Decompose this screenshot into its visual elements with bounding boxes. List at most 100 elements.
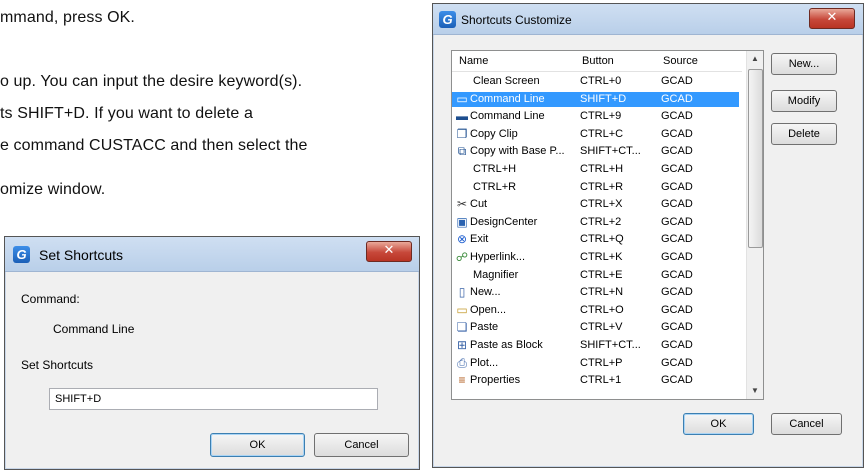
gcad-logo-icon: G	[439, 11, 456, 28]
set-shortcuts-label: Set Shortcuts	[21, 358, 94, 372]
item-name: Copy Clip	[470, 127, 518, 140]
column-header-button[interactable]: Button	[582, 55, 614, 67]
new-button[interactable]: New...	[771, 53, 837, 75]
ok-button[interactable]: OK	[683, 413, 754, 435]
scroll-down-arrow-icon[interactable]: ▼	[747, 383, 763, 399]
item-name: Paste	[470, 321, 499, 334]
list-item[interactable]: CTRL+R CTRL+R GCAD	[452, 180, 739, 195]
item-name: CTRL+R	[473, 180, 517, 193]
copy-clip-icon: ❐	[456, 126, 468, 141]
paste-block-icon: ⊞	[456, 338, 468, 352]
doc-line-4: e command CUSTACC and then select the	[0, 137, 308, 154]
list-item[interactable]: CTRL+H CTRL+H GCAD	[452, 162, 739, 177]
list-item[interactable]: Clean Screen CTRL+0 GCAD	[452, 74, 739, 89]
design-center-icon: ▣	[456, 214, 468, 229]
item-name: Paste as Block	[470, 339, 543, 351]
vertical-scrollbar[interactable]: ▲ ▼	[746, 51, 763, 399]
set-shortcuts-dialog: G Set Shortcuts ✕ Command: Command Line …	[4, 236, 420, 470]
copy-base-icon: ⧉	[457, 144, 467, 159]
properties-icon: ≡	[458, 373, 466, 388]
shortcuts-customize-window: G Shortcuts Customize ✕ Name Button Sour…	[432, 3, 864, 468]
item-button: CTRL+K	[580, 251, 623, 263]
item-button: CTRL+2	[580, 215, 622, 228]
item-source: GCAD	[661, 374, 693, 387]
window-title: Shortcuts Customize	[461, 13, 572, 27]
paste-icon: ❏	[456, 320, 468, 335]
list-item[interactable]: ▭ Open... CTRL+O GCAD	[452, 303, 739, 318]
list-item[interactable]: Magnifier CTRL+E GCAD	[452, 268, 739, 283]
list-item[interactable]: ❐ Copy Clip CTRL+C GCAD	[452, 127, 739, 142]
scroll-up-arrow-icon[interactable]: ▲	[747, 51, 763, 67]
item-button: CTRL+X	[580, 198, 623, 211]
dialog-cancel-button[interactable]: Cancel	[314, 433, 409, 457]
item-source: GCAD	[661, 92, 693, 105]
item-name: DesignCenter	[470, 215, 538, 228]
list-item[interactable]: ⧉ Copy with Base P... SHIFT+CT... GCAD	[452, 144, 739, 159]
item-name: Hyperlink...	[470, 251, 526, 263]
list-item[interactable]: ▣ DesignCenter CTRL+2 GCAD	[452, 215, 739, 230]
dialog-title: Set Shortcuts	[39, 247, 124, 263]
list-item[interactable]: ▬ Command Line CTRL+9 GCAD	[452, 109, 739, 124]
item-source: GCAD	[661, 268, 693, 281]
list-item[interactable]: ⊞ Paste as Block SHIFT+CT... GCAD	[452, 338, 739, 353]
item-name: Copy with Base P...	[470, 145, 565, 158]
doc-line-3: ts SHIFT+D. If you want to delete a	[0, 105, 253, 122]
item-source: GCAD	[661, 215, 693, 228]
cmd-icon: ▬	[456, 109, 468, 124]
item-name: Plot...	[470, 356, 499, 369]
item-button: CTRL+O	[580, 303, 624, 316]
item-button: CTRL+C	[580, 127, 624, 140]
scissors-icon: ✂	[456, 197, 468, 212]
dialog-title-bar[interactable]: G Set Shortcuts ✕	[5, 237, 419, 272]
item-source: GCAD	[661, 75, 693, 87]
item-source: GCAD	[661, 286, 693, 299]
item-source: GCAD	[661, 321, 693, 334]
item-name: New...	[470, 286, 501, 299]
item-name: Magnifier	[473, 268, 519, 281]
gcad-logo-icon: G	[13, 246, 30, 263]
list-item[interactable]: ≡ Properties CTRL+1 GCAD	[452, 373, 739, 388]
list-item[interactable]: ▯ New... CTRL+N GCAD	[452, 285, 739, 300]
list-item[interactable]: ⊗ Exit CTRL+Q GCAD	[452, 232, 739, 247]
close-button[interactable]: ✕	[809, 8, 855, 29]
item-button: CTRL+V	[580, 321, 623, 334]
open-folder-icon: ▭	[456, 302, 468, 317]
item-button: CTRL+9	[580, 110, 622, 123]
item-name: Command Line	[470, 110, 545, 123]
cancel-button[interactable]: Cancel	[771, 413, 842, 435]
shortcut-list[interactable]: Name Button Source Clean Screen CTRL+0 GCA…	[451, 50, 764, 400]
item-button: CTRL+N	[580, 286, 624, 299]
item-source: GCAD	[661, 110, 693, 123]
item-name: Command Line	[470, 92, 545, 105]
new-file-icon: ▯	[458, 285, 466, 300]
item-name: CTRL+H	[473, 163, 517, 175]
list-item[interactable]: ☍ Hyperlink... CTRL+K GCAD	[452, 250, 739, 265]
scroll-thumb[interactable]	[748, 69, 763, 248]
list-item[interactable]: ⎙ Plot... CTRL+P GCAD	[452, 356, 739, 371]
item-button: SHIFT+D	[580, 92, 627, 105]
command-label: Command:	[21, 292, 80, 306]
item-name: Open...	[470, 303, 507, 316]
item-name: Cut	[470, 198, 488, 211]
column-header-name[interactable]: Name	[459, 55, 488, 67]
list-item[interactable]: ❏ Paste CTRL+V GCAD	[452, 320, 739, 335]
item-source: GCAD	[661, 145, 693, 158]
shortcut-input[interactable]: SHIFT+D	[49, 388, 378, 410]
item-button: SHIFT+CT...	[580, 145, 641, 158]
item-source: GCAD	[661, 233, 693, 246]
item-button: SHIFT+CT...	[580, 339, 641, 351]
item-source: GCAD	[661, 303, 693, 316]
command-line-icon: ▭	[456, 91, 468, 106]
list-item[interactable]: ▭ Command Line SHIFT+D GCAD	[452, 91, 739, 107]
doc-line-1: mmand, press OK.	[0, 9, 135, 26]
delete-button[interactable]: Delete	[771, 123, 837, 145]
dialog-close-button[interactable]: ✕	[366, 241, 412, 262]
title-bar[interactable]: G Shortcuts Customize ✕	[433, 4, 863, 35]
list-item[interactable]: ✂ Cut CTRL+X GCAD	[452, 197, 739, 212]
item-source: GCAD	[661, 163, 693, 175]
item-source: GCAD	[661, 339, 693, 351]
dialog-ok-button[interactable]: OK	[210, 433, 305, 457]
column-header-source[interactable]: Source	[663, 55, 698, 67]
modify-button[interactable]: Modify	[771, 90, 837, 112]
hyperlink-icon: ☍	[455, 250, 469, 264]
